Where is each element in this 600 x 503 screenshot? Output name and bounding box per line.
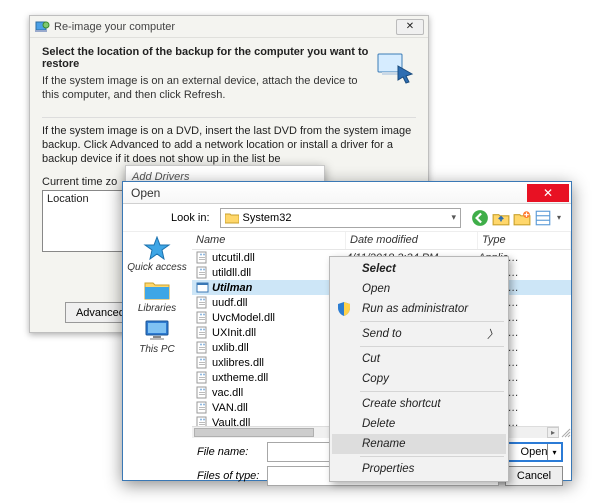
- dll-icon: [196, 326, 209, 339]
- open-button[interactable]: Open▾: [505, 442, 563, 462]
- col-name[interactable]: Name: [192, 232, 346, 249]
- menu-item-run-as-administrator[interactable]: Run as administrator: [332, 299, 506, 319]
- menu-item-rename[interactable]: Rename: [332, 434, 506, 454]
- dll-icon: [196, 341, 209, 354]
- dll-icon: [196, 296, 209, 309]
- close-icon: ✕: [406, 21, 414, 32]
- place-quick-access[interactable]: Quick access: [126, 236, 188, 273]
- close-icon: ✕: [543, 186, 553, 200]
- open-split-dropdown[interactable]: ▾: [547, 444, 561, 460]
- application-icon: [196, 281, 209, 294]
- menu-item-delete[interactable]: Delete: [332, 414, 506, 434]
- submenu-arrow-icon: 〉: [487, 326, 498, 342]
- file-name: uudf.dll: [212, 297, 247, 309]
- reimage-note: If the system image is on a DVD, insert …: [42, 124, 416, 167]
- menu-item-label: Run as administrator: [362, 303, 468, 315]
- menu-item-label: Delete: [362, 418, 395, 430]
- place-this-pc[interactable]: This PC: [126, 318, 188, 355]
- menu-separator: [360, 321, 504, 322]
- context-menu: Select Open Run as administrator Send to 〉 Cu…: [329, 256, 509, 482]
- file-name: UXInit.dll: [212, 327, 256, 339]
- file-name: VAN.dll: [212, 402, 248, 414]
- menu-item-label: Select: [362, 263, 396, 275]
- open-titlebar[interactable]: Open ✕: [123, 182, 571, 204]
- places-bar: Quick access Libraries This PC: [123, 232, 191, 438]
- dll-icon: [196, 401, 209, 414]
- menu-item-label: Open: [362, 283, 390, 295]
- views-dropdown-icon[interactable]: ▾: [555, 209, 563, 227]
- views-icon[interactable]: [534, 209, 552, 227]
- back-icon[interactable]: [471, 209, 489, 227]
- menu-item-properties[interactable]: Properties: [332, 459, 506, 479]
- up-one-level-icon[interactable]: [492, 209, 510, 227]
- file-name: UvcModel.dll: [212, 312, 275, 324]
- menu-item-label: Send to: [362, 328, 402, 340]
- col-type[interactable]: Type: [478, 232, 571, 249]
- menu-item-open[interactable]: Open: [332, 279, 506, 299]
- lookin-label: Look in:: [171, 212, 210, 224]
- dll-icon: [196, 266, 209, 279]
- file-name: uxtheme.dll: [212, 372, 268, 384]
- filename-label: File name:: [197, 446, 261, 458]
- file-list-headers[interactable]: Name Date modified Type: [192, 232, 571, 250]
- menu-item-cut[interactable]: Cut: [332, 349, 506, 369]
- chevron-down-icon: ▾: [451, 212, 456, 223]
- this-pc-icon: [143, 318, 171, 342]
- file-name: utcutil.dll: [212, 252, 255, 264]
- file-name: Utilman: [212, 282, 252, 294]
- close-button[interactable]: ✕: [527, 184, 569, 202]
- reimage-hero-icon: [374, 46, 416, 88]
- filetype-label: Files of type:: [197, 470, 261, 482]
- reimage-subtext: If the system image is on an external de…: [42, 74, 370, 103]
- cancel-button[interactable]: Cancel: [505, 466, 563, 486]
- new-folder-icon[interactable]: [513, 209, 531, 227]
- dll-icon: [196, 371, 209, 384]
- dll-icon: [196, 356, 209, 369]
- menu-item-copy[interactable]: Copy: [332, 369, 506, 389]
- menu-item-label: Properties: [362, 463, 414, 475]
- menu-separator: [360, 456, 504, 457]
- reimage-title: Re-image your computer: [54, 21, 396, 33]
- menu-item-select[interactable]: Select: [332, 259, 506, 279]
- scroll-right-icon[interactable]: ▸: [547, 427, 559, 438]
- menu-item-label: Cut: [362, 353, 380, 365]
- reimage-icon: [34, 19, 50, 35]
- menu-separator: [360, 346, 504, 347]
- dll-icon: [196, 311, 209, 324]
- menu-item-send-to[interactable]: Send to 〉: [332, 324, 506, 344]
- reimage-titlebar[interactable]: Re-image your computer ✕: [30, 16, 428, 38]
- libraries-icon: [143, 277, 171, 301]
- file-name: vac.dll: [212, 387, 243, 399]
- quick-access-icon: [143, 236, 171, 260]
- col-date[interactable]: Date modified: [346, 232, 478, 249]
- close-button[interactable]: ✕: [396, 19, 424, 35]
- menu-item-label: Copy: [362, 373, 389, 385]
- file-name: utildll.dll: [212, 267, 251, 279]
- menu-item-label: Create shortcut: [362, 398, 441, 410]
- open-toolbar: Look in: System32 ▾ ▾: [123, 204, 571, 232]
- shield-icon: [336, 301, 352, 317]
- open-title: Open: [131, 186, 525, 200]
- reimage-heading: Select the location of the backup for th…: [42, 46, 370, 70]
- folder-icon: [225, 212, 239, 224]
- lookin-value: System32: [243, 212, 292, 224]
- scrollbar-thumb[interactable]: [194, 428, 314, 437]
- dll-icon: [196, 251, 209, 264]
- file-name: uxlib.dll: [212, 342, 249, 354]
- resize-gripper[interactable]: [559, 426, 571, 438]
- file-name: uxlibres.dll: [212, 357, 264, 369]
- lookin-combobox[interactable]: System32 ▾: [220, 208, 461, 228]
- menu-item-create-shortcut[interactable]: Create shortcut: [332, 394, 506, 414]
- menu-item-label: Rename: [362, 438, 405, 450]
- place-libraries[interactable]: Libraries: [126, 277, 188, 314]
- menu-separator: [360, 391, 504, 392]
- dll-icon: [196, 386, 209, 399]
